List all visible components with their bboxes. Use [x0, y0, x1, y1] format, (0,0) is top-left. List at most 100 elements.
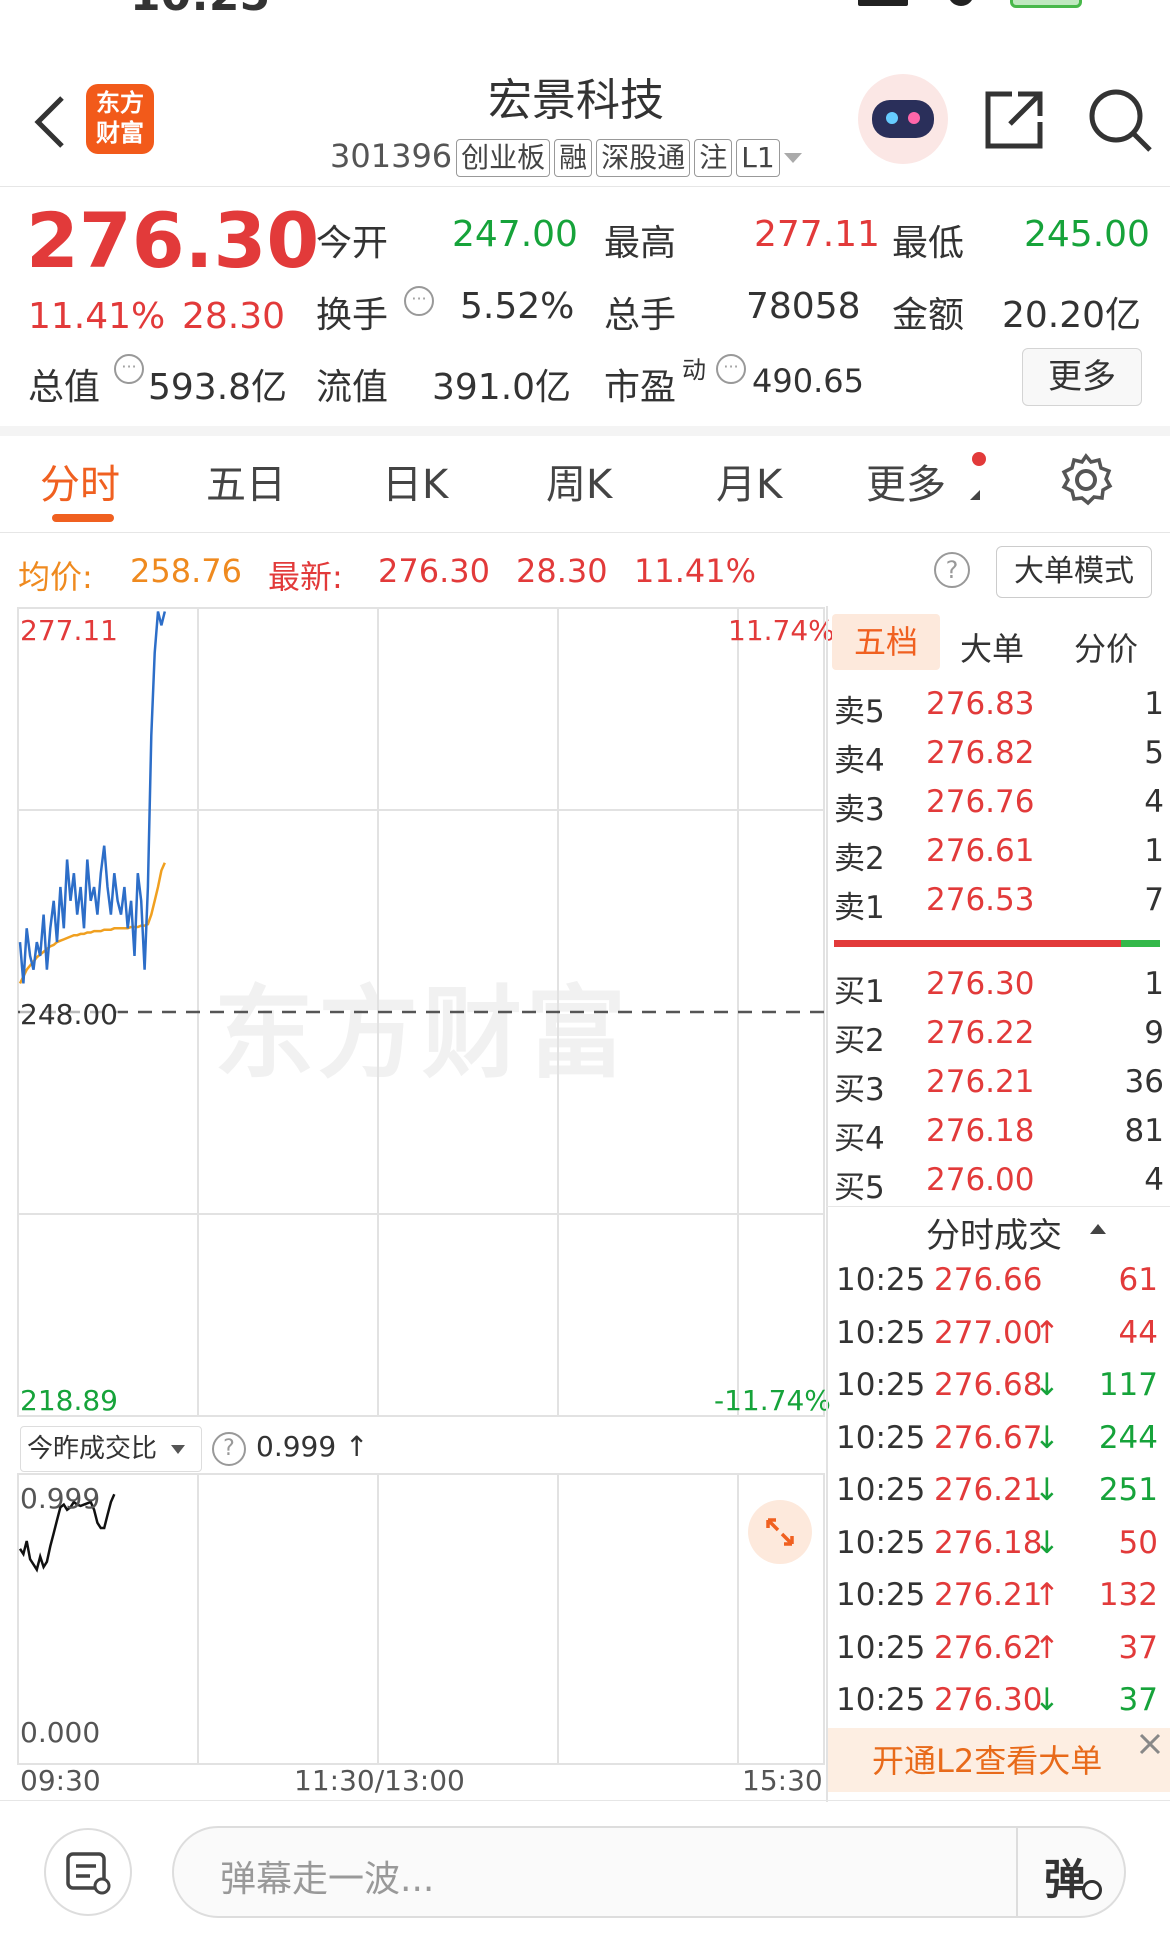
- y-right-bottom-label: -11.74%: [714, 1384, 831, 1417]
- tab-daily-k[interactable]: 日K: [382, 452, 448, 510]
- input-divider: [1016, 1828, 1018, 1916]
- trade-volume: 251: [1098, 1472, 1158, 1508]
- volume-value: 78058: [746, 286, 861, 327]
- trade-volume: 37: [1118, 1682, 1158, 1718]
- trade-direction-arrow: ↓: [1034, 1419, 1060, 1456]
- help-icon[interactable]: ?: [934, 552, 970, 588]
- pe-superscript: 动: [682, 356, 706, 384]
- caret-down-icon[interactable]: [783, 153, 802, 163]
- trade-volume: 61: [1118, 1262, 1158, 1298]
- float-label: 流值: [316, 367, 389, 408]
- open-label: 今开: [316, 223, 389, 264]
- bid-row[interactable]: 买3 276.21 36: [834, 1064, 1164, 1113]
- ob-tab-big-order[interactable]: 大单: [960, 624, 1024, 670]
- notification-dot: [972, 452, 986, 466]
- info-dots-icon[interactable]: ···: [716, 354, 746, 384]
- baseline-label: 248.00: [20, 998, 118, 1031]
- ask-row[interactable]: 卖5 276.83 1: [834, 686, 1164, 735]
- bid-ratio-fill: [834, 940, 1121, 947]
- more-quote-button[interactable]: 更多: [1022, 348, 1142, 406]
- expand-chart-icon[interactable]: [748, 1500, 812, 1564]
- y-right-top-label: 11.74%: [728, 614, 835, 647]
- trade-row: 10:25 276.68 ↓ 117: [836, 1367, 1166, 1419]
- ask-row[interactable]: 卖3 276.76 4: [834, 784, 1164, 833]
- bid-level-label: 买5: [834, 1170, 885, 1206]
- bid-row[interactable]: 买1 276.30 1: [834, 966, 1164, 1015]
- ask-volume: 4: [1144, 784, 1164, 820]
- battery-icon: [1010, 0, 1082, 8]
- help-icon[interactable]: ?: [212, 1432, 246, 1466]
- big-order-mode-button[interactable]: 大单模式: [996, 546, 1152, 598]
- info-dots-icon[interactable]: ···: [404, 286, 434, 316]
- bid-price: 276.18: [926, 1113, 1035, 1149]
- stock-code: 301396: [330, 137, 453, 175]
- ask-row[interactable]: 卖1 276.53 7: [834, 882, 1164, 931]
- bid-level-label: 买4: [834, 1121, 885, 1157]
- robot-assistant-icon[interactable]: [858, 74, 948, 164]
- trade-time: 10:25: [836, 1419, 926, 1456]
- info-dots-icon[interactable]: ···: [114, 354, 144, 384]
- latest-change: 28.30: [516, 552, 608, 590]
- trade-direction-arrow: ↑: [1034, 1629, 1060, 1666]
- trade-price: 276.68: [934, 1367, 1043, 1403]
- message-list-icon[interactable]: [44, 1828, 132, 1916]
- l2-banner[interactable]: 开通L2查看大单: [828, 1728, 1170, 1792]
- ask-row[interactable]: 卖2 276.61 1: [834, 833, 1164, 882]
- danmu-button[interactable]: 弹: [1044, 1846, 1086, 1907]
- comment-input[interactable]: 弹幕走一波... 弹: [172, 1826, 1126, 1918]
- trade-time: 10:25: [836, 1367, 926, 1403]
- latest-value: 276.30: [378, 552, 490, 590]
- x-tick-midday: 11:30/13:00: [294, 1764, 465, 1797]
- corner-triangle-icon: [970, 490, 980, 500]
- price-grid: [17, 607, 825, 1765]
- trades-title[interactable]: 分时成交: [926, 1208, 1062, 1257]
- close-icon[interactable]: [1136, 1730, 1164, 1758]
- back-icon[interactable]: [28, 92, 74, 148]
- tab-five-day[interactable]: 五日: [206, 452, 286, 510]
- bid-row[interactable]: 买5 276.00 4: [834, 1162, 1164, 1211]
- bid-row[interactable]: 买4 276.18 81: [834, 1113, 1164, 1162]
- settings-gear-icon[interactable]: [1058, 452, 1114, 508]
- ask-row[interactable]: 卖4 276.82 5: [834, 735, 1164, 784]
- search-icon[interactable]: [1086, 86, 1154, 154]
- volume-label: 总手: [604, 295, 677, 336]
- ask-volume: 5: [1144, 735, 1164, 771]
- share-icon[interactable]: [982, 88, 1046, 152]
- bid-volume: 9: [1144, 1015, 1164, 1051]
- trade-price: 277.00: [934, 1314, 1043, 1351]
- trade-time: 10:25: [836, 1524, 926, 1561]
- x-tick-open: 09:30: [20, 1764, 101, 1797]
- trade-price: 276.67: [934, 1419, 1043, 1456]
- tab-intraday[interactable]: 分时: [40, 452, 120, 510]
- trade-volume: 244: [1098, 1419, 1158, 1456]
- ask-volume: 1: [1144, 686, 1164, 722]
- ob-tab-five-level[interactable]: 五档: [832, 614, 940, 670]
- bid-volume: 4: [1144, 1162, 1164, 1198]
- bid-price: 276.30: [926, 966, 1035, 1002]
- latest-pct: 11.41%: [634, 552, 757, 590]
- low-label: 最低: [892, 223, 965, 264]
- volume-ratio-dropdown[interactable]: 今昨成交比: [20, 1426, 202, 1472]
- high-label: 最高: [604, 223, 677, 264]
- volume-ratio-top-label: 0.999: [20, 1482, 101, 1515]
- trade-row: 10:25 276.62 ↑ 37: [836, 1630, 1166, 1682]
- bid-level-label: 买3: [834, 1072, 885, 1108]
- ob-tab-price-dist[interactable]: 分价: [1074, 624, 1138, 670]
- amount-value: 20.20亿: [1002, 295, 1142, 336]
- trade-direction-arrow: ↓: [1034, 1472, 1060, 1508]
- tab-monthly-k[interactable]: 月K: [716, 452, 782, 510]
- ask-volume: 7: [1144, 882, 1164, 918]
- comment-placeholder: 弹幕走一波...: [220, 1859, 435, 1900]
- tab-more[interactable]: 更多: [866, 452, 946, 510]
- bid-volume: 81: [1124, 1113, 1164, 1149]
- trade-time: 10:25: [836, 1577, 926, 1613]
- ob-tab-five-level-label: 五档: [853, 623, 918, 661]
- collapse-up-icon[interactable]: [1090, 1224, 1106, 1234]
- y-left-top-label: 277.11: [20, 614, 118, 647]
- latest-label: 最新:: [268, 558, 343, 596]
- tag-level1: L1: [736, 139, 780, 177]
- trade-row: 10:25 276.21 ↓ 251: [836, 1472, 1166, 1524]
- trade-time: 10:25: [836, 1682, 926, 1718]
- bid-row[interactable]: 买2 276.22 9: [834, 1015, 1164, 1064]
- tab-weekly-k[interactable]: 周K: [546, 452, 612, 510]
